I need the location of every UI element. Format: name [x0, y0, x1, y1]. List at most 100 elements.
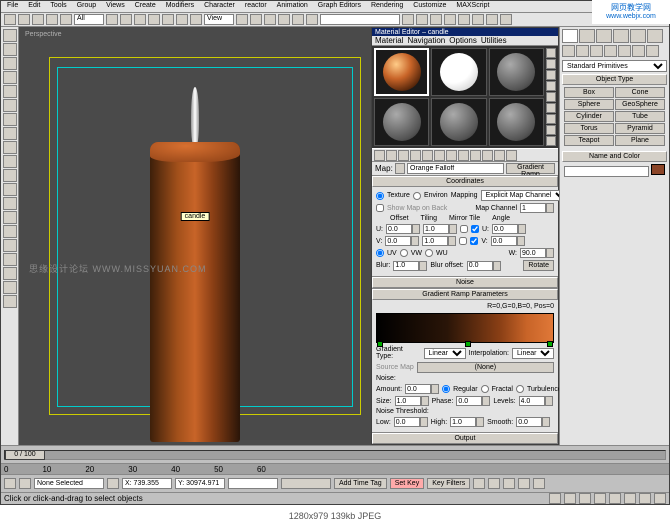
reactor-plane-icon[interactable]: [3, 99, 17, 112]
reactor-dashpot-icon[interactable]: [3, 127, 17, 140]
gradient-handle[interactable]: [547, 341, 553, 347]
gradient-rollout-header[interactable]: Gradient Ramp Parameters: [372, 289, 558, 300]
make-unique-icon[interactable]: [434, 150, 445, 161]
zoom-all-icon[interactable]: [594, 493, 606, 504]
create-tab-icon[interactable]: [562, 29, 578, 43]
v-tiling-spinner[interactable]: [422, 236, 448, 246]
map-name-input[interactable]: [407, 163, 504, 174]
gradient-type-select[interactable]: Linear: [424, 348, 466, 359]
coordinates-rollout-header[interactable]: Coordinates: [372, 176, 558, 187]
pivot-icon[interactable]: [236, 14, 248, 25]
texture-radio[interactable]: [376, 192, 384, 200]
reset-map-icon[interactable]: [410, 150, 421, 161]
thresh-low-spinner[interactable]: [394, 417, 420, 427]
percent-snap-icon[interactable]: [292, 14, 304, 25]
move-icon[interactable]: [162, 14, 174, 25]
pan-view-icon[interactable]: [549, 493, 561, 504]
mat-menu-utilities[interactable]: Utilities: [481, 36, 507, 45]
material-slot-3[interactable]: [489, 48, 544, 96]
reactor-rigid-icon[interactable]: [3, 29, 17, 42]
environ-radio[interactable]: [413, 192, 421, 200]
mat-map-nav-icon[interactable]: [546, 136, 556, 146]
goto-end-icon[interactable]: [533, 478, 545, 489]
key-filters-button[interactable]: Key Filters: [427, 478, 470, 489]
put-to-library-icon[interactable]: [446, 150, 457, 161]
noise-amount-spinner[interactable]: [405, 384, 431, 394]
lock-selection-icon[interactable]: [19, 478, 31, 489]
named-selection[interactable]: [320, 14, 400, 25]
angle-snap-icon[interactable]: [278, 14, 290, 25]
x-coord-input[interactable]: [122, 478, 172, 489]
mat-id-icon[interactable]: [458, 150, 469, 161]
menu-rendering[interactable]: Rendering: [368, 1, 406, 12]
torus-button[interactable]: Torus: [564, 123, 614, 134]
material-slot-4[interactable]: [374, 98, 429, 146]
background-icon[interactable]: [546, 70, 556, 80]
unlink-icon[interactable]: [46, 14, 58, 25]
lights-cat-icon[interactable]: [590, 45, 603, 57]
link-icon[interactable]: [32, 14, 44, 25]
regular-radio[interactable]: [442, 385, 450, 393]
redo-icon[interactable]: [18, 14, 30, 25]
reactor-preview-icon[interactable]: [3, 225, 17, 238]
menu-tools[interactable]: Tools: [47, 1, 69, 12]
mat-menu-navigation[interactable]: Navigation: [407, 36, 445, 45]
reactor-fracture-icon[interactable]: [3, 183, 17, 196]
u-mirror-check[interactable]: [460, 225, 468, 233]
snap-icon[interactable]: [264, 14, 276, 25]
add-time-tag-button[interactable]: Add Time Tag: [334, 478, 387, 489]
zoom-extents-icon[interactable]: [609, 493, 621, 504]
play-icon[interactable]: [503, 478, 515, 489]
reactor-cloth-icon[interactable]: [3, 43, 17, 56]
reactor-create-icon[interactable]: [3, 239, 17, 252]
menu-create[interactable]: Create: [132, 1, 159, 12]
systems-cat-icon[interactable]: [646, 45, 659, 57]
quick-render-icon[interactable]: [500, 14, 512, 25]
mat-editor-titlebar[interactable]: Material Editor – candle: [372, 28, 558, 36]
name-color-header[interactable]: Name and Color: [562, 151, 667, 162]
reactor-toy-icon[interactable]: [3, 169, 17, 182]
mat-menu-options[interactable]: Options: [449, 36, 477, 45]
select-by-mat-icon[interactable]: [546, 125, 556, 135]
z-coord-input[interactable]: [228, 478, 278, 489]
set-key-button[interactable]: Set Key: [390, 478, 425, 489]
noise-size-spinner[interactable]: [395, 396, 421, 406]
perspective-viewport[interactable]: Perspective candle 思缘设计论坛 WWW.MISSYUAN.C…: [19, 27, 371, 445]
source-map-button[interactable]: (None): [417, 362, 554, 373]
reactor-spring-icon[interactable]: [3, 113, 17, 126]
show-map-back-check[interactable]: [376, 204, 384, 212]
gradient-ramp-bar[interactable]: [376, 313, 554, 343]
u-tile-check[interactable]: [471, 225, 479, 233]
cameras-cat-icon[interactable]: [604, 45, 617, 57]
display-tab-icon[interactable]: [630, 29, 646, 43]
main-menubar[interactable]: File Edit Tools Group Views Create Modif…: [1, 1, 669, 13]
mapping-select[interactable]: Explicit Map Channel: [481, 190, 569, 201]
mat-menu-material[interactable]: Material: [375, 36, 403, 45]
gradient-handle[interactable]: [465, 341, 471, 347]
menu-group[interactable]: Group: [74, 1, 99, 12]
pyramid-button[interactable]: Pyramid: [615, 123, 665, 134]
align-icon[interactable]: [416, 14, 428, 25]
prev-frame-icon[interactable]: [488, 478, 500, 489]
assign-to-sel-icon[interactable]: [398, 150, 409, 161]
zoom-icon[interactable]: [579, 493, 591, 504]
interpolation-select[interactable]: Linear: [512, 348, 554, 359]
backlight-icon[interactable]: [546, 59, 556, 69]
shapes-cat-icon[interactable]: [576, 45, 589, 57]
v-tile-check[interactable]: [470, 237, 478, 245]
utilities-tab-icon[interactable]: [647, 29, 663, 43]
field-of-view-icon[interactable]: [639, 493, 651, 504]
spinner-snap-icon[interactable]: [306, 14, 318, 25]
map-type-button[interactable]: Gradient Ramp: [506, 163, 555, 174]
time-slider[interactable]: 0 / 100: [1, 445, 669, 463]
noise-phase-spinner[interactable]: [456, 396, 482, 406]
mat-editor-menubar[interactable]: Material Navigation Options Utilities: [372, 36, 558, 46]
track-bar[interactable]: 0 10 20 30 40 50 60: [1, 463, 669, 474]
reactor-util1-icon[interactable]: [3, 281, 17, 294]
fractal-radio[interactable]: [481, 385, 489, 393]
material-slot-1[interactable]: [374, 48, 429, 96]
select-name-icon[interactable]: [120, 14, 132, 25]
vw-radio[interactable]: [400, 249, 408, 257]
arc-rotate-icon[interactable]: [564, 493, 576, 504]
next-frame-icon[interactable]: [518, 478, 530, 489]
